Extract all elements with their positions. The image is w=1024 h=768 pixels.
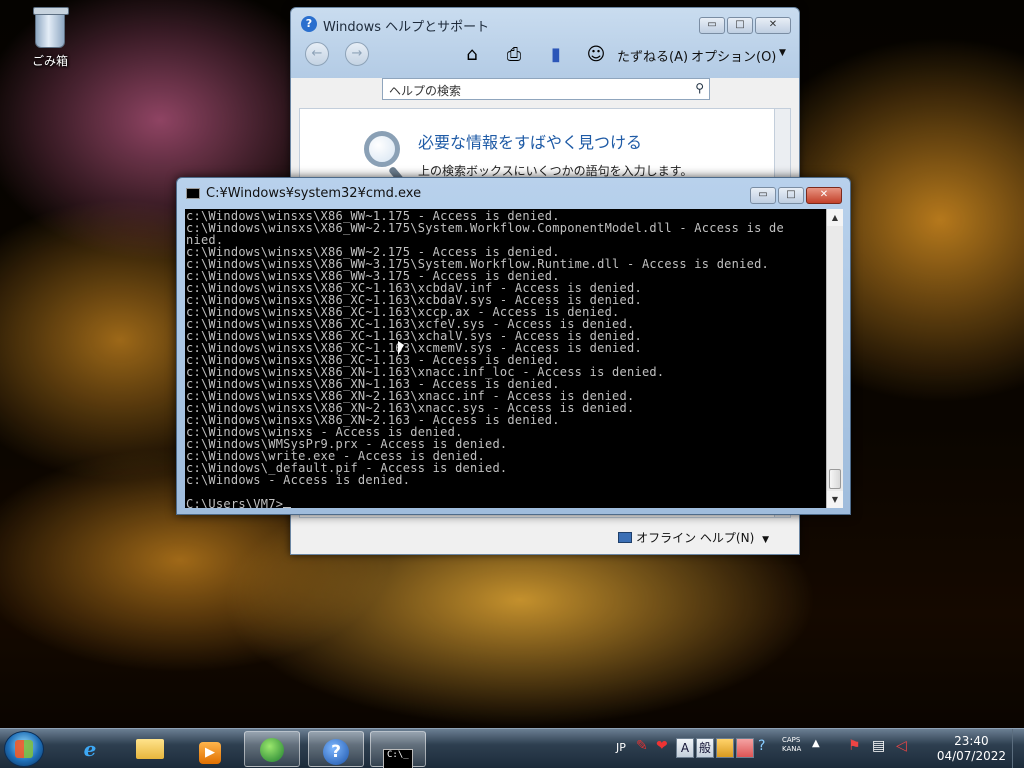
ime-kanji-icon[interactable]: 般 [696, 738, 714, 758]
ime-tools-icon[interactable] [736, 738, 754, 758]
help-headline: 必要な情報をすばやく見つける [418, 133, 643, 152]
clock[interactable]: 23:40 04/07/2022 [937, 734, 1006, 764]
recycle-bin-icon [33, 7, 69, 48]
cmd-close-button[interactable]: ✕ [806, 187, 842, 204]
taskbar: e ▶ ? C:\_ JP ✎ ❤ A 般 ? CAPS KANA ▲ ⚑ ▤ … [0, 728, 1024, 768]
expand-tray-icon[interactable]: ▲ [812, 738, 820, 749]
text-cursor [283, 507, 292, 508]
help-window-title: Windows ヘルプとサポート [323, 20, 490, 35]
cmd-app-icon [186, 188, 200, 199]
cmd-window: C:¥Windows¥system32¥cmd.exe ▭ □ ✕ c:\Win… [176, 177, 851, 515]
ime-dictionary-icon[interactable] [716, 738, 734, 758]
clock-time: 23:40 [954, 734, 989, 748]
offline-help-button[interactable]: オフライン ヘルプ(N) ▼ [618, 529, 769, 546]
cmd-console-output[interactable]: c:\Windows\winsxs\X86_WW~1.175 - Access … [185, 209, 828, 508]
help-titlebar[interactable]: ? Windows ヘルプとサポート ▭ □ ✕ [291, 8, 799, 38]
mouse-cursor-icon [398, 341, 404, 355]
scroll-thumb[interactable] [829, 469, 841, 489]
cmd-prompt: C:\Users\VM7> [186, 497, 284, 508]
forward-arrow-icon[interactable]: → [345, 42, 369, 66]
windows-start-icon[interactable] [4, 731, 44, 767]
cmd-maximize-button[interactable]: □ [778, 187, 804, 204]
cmd-window-title: C:¥Windows¥system32¥cmd.exe [206, 186, 422, 201]
help-minimize-button[interactable]: ▭ [699, 17, 725, 34]
kana-label: KANA [782, 745, 802, 753]
clock-date: 04/07/2022 [936, 749, 1006, 763]
help-app-icon: ? [301, 16, 317, 32]
options-menu[interactable]: オプション(O) [691, 46, 776, 65]
offline-help-label: オフライン ヘルプ(N) [636, 531, 755, 545]
computer-icon [618, 532, 633, 543]
help-statusbar: オフライン ヘルプ(N) ▼ [291, 520, 799, 554]
help-search-input[interactable]: ヘルプの検索 ⚲ [382, 78, 710, 100]
network-icon[interactable]: ▤ [872, 738, 885, 754]
cmd-output-line: c:\Windows\winsxs\X86_WW~2.175\System.Wo… [186, 221, 784, 235]
cmd-taskbar-icon[interactable]: C:\_ [370, 731, 426, 768]
back-arrow-icon[interactable]: ← [305, 42, 329, 66]
cmd-output-line: c:\Windows - Access is denied. [186, 473, 411, 487]
cmd-titlebar[interactable]: C:¥Windows¥system32¥cmd.exe ▭ □ ✕ [177, 178, 850, 208]
options-chevron-icon[interactable]: ▼ [779, 48, 786, 58]
help-maximize-button[interactable]: □ [727, 17, 753, 34]
folder-icon[interactable] [122, 731, 178, 767]
internet-explorer-icon[interactable]: e [62, 731, 118, 767]
show-desktop-button[interactable] [1012, 729, 1024, 768]
help-close-button[interactable]: ✕ [755, 17, 791, 34]
network-app-icon[interactable] [244, 731, 300, 767]
volume-muted-icon[interactable]: ◁ [896, 738, 907, 754]
cmd-scrollbar[interactable]: ▲ ▼ [826, 209, 843, 508]
book-icon[interactable]: ▮ [543, 42, 569, 68]
action-center-icon[interactable]: ⚑ [848, 738, 861, 754]
ime-mode-icon[interactable]: A [676, 738, 694, 758]
magnifier-icon [364, 131, 400, 167]
people-icon[interactable]: ☺ [583, 42, 609, 68]
language-indicator[interactable]: JP [616, 741, 626, 754]
ime-tool-icon[interactable]: ❤ [656, 738, 668, 754]
printer-icon[interactable]: ⎙ [501, 42, 527, 68]
help-support-taskbar-icon[interactable]: ? [308, 731, 364, 767]
ime-help-icon[interactable]: ? [758, 738, 765, 754]
caps-label: CAPS [782, 736, 801, 744]
media-player-icon[interactable]: ▶ [182, 731, 238, 767]
offline-help-chevron-icon: ▼ [762, 535, 769, 545]
search-icon[interactable]: ⚲ [695, 81, 704, 95]
recycle-bin-desktop-icon[interactable]: ごみ箱 [18, 6, 82, 69]
home-icon[interactable]: ⌂ [459, 42, 485, 68]
scroll-up-icon[interactable]: ▲ [827, 209, 843, 226]
scroll-down-icon[interactable]: ▼ [827, 491, 843, 508]
help-search-placeholder: ヘルプの検索 [389, 84, 462, 98]
ime-pad-icon[interactable]: ✎ [636, 738, 648, 754]
ask-menu[interactable]: たずねる(A) [617, 46, 688, 65]
help-toolbar: ← → ⌂ ⎙ ▮ ☺ たずねる(A) オプション(O) ▼ [291, 38, 799, 78]
recycle-bin-label: ごみ箱 [31, 54, 68, 68]
cmd-prompt-line[interactable]: C:\Users\VM7> [186, 498, 827, 508]
system-tray: JP ✎ ❤ A 般 ? CAPS KANA ▲ ⚑ ▤ ◁ 23:40 04/… [612, 729, 1024, 768]
caps-kana-indicator: CAPS KANA [782, 736, 801, 754]
cmd-minimize-button[interactable]: ▭ [750, 187, 776, 204]
